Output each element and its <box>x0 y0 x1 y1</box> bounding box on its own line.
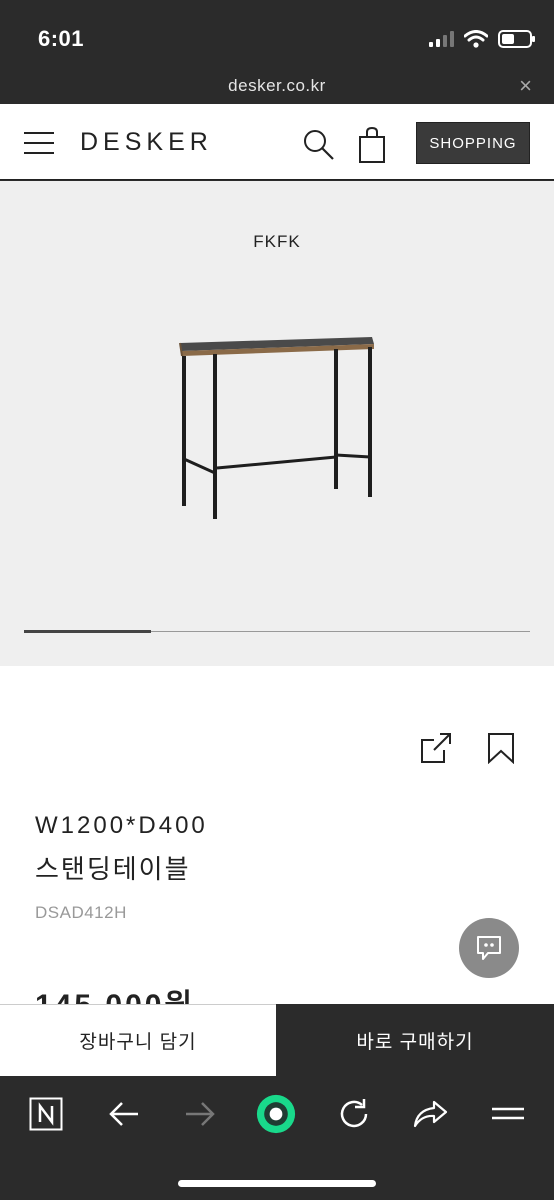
green-dot-icon[interactable] <box>256 1094 296 1134</box>
url-bar[interactable]: desker.co.kr × <box>0 72 554 104</box>
standing-table-image <box>179 337 374 519</box>
close-icon[interactable]: × <box>519 73 532 99</box>
reload-icon[interactable] <box>334 1094 374 1134</box>
url-text[interactable]: desker.co.kr <box>0 76 554 96</box>
search-icon[interactable] <box>302 128 336 162</box>
gallery-label: FKFK <box>253 232 301 251</box>
battery-icon <box>498 30 535 48</box>
menu-icon[interactable] <box>488 1094 528 1134</box>
chat-button[interactable] <box>459 918 519 978</box>
product-gallery[interactable]: FKFK <box>0 181 554 666</box>
share-arrow-icon[interactable] <box>410 1094 450 1134</box>
home-indicator[interactable] <box>178 1180 376 1187</box>
product-info: W1200*D400 스탠딩테이블 DSAD412H 145,000원 <box>0 666 554 1004</box>
status-time: 6:01 <box>38 26 85 51</box>
share-icon[interactable] <box>420 732 452 764</box>
shopping-button[interactable]: SHOPPING <box>416 122 530 164</box>
buy-now-button[interactable]: 바로 구매하기 <box>276 1004 554 1076</box>
product-code: DSAD412H <box>35 903 127 922</box>
wifi-icon <box>464 30 488 48</box>
forward-arrow-icon[interactable] <box>180 1094 220 1134</box>
site-header: DESKER SHOPPING <box>0 104 554 180</box>
add-to-cart-button[interactable]: 장바구니 담기 <box>0 1004 276 1076</box>
product-price: 145,000원 <box>35 980 195 1004</box>
bookmark-icon[interactable] <box>486 732 516 764</box>
cellular-signal-icon <box>429 31 454 47</box>
product-name: 스탠딩테이블 <box>35 854 191 884</box>
product-dimensions: W1200*D400 <box>35 812 208 839</box>
gallery-progress-indicator <box>24 630 151 633</box>
status-icons <box>429 30 535 48</box>
status-bar: 6:01 <box>0 0 554 72</box>
purchase-bar: 장바구니 담기 바로 구매하기 <box>0 1004 554 1076</box>
desker-logo[interactable]: DESKER <box>80 128 213 157</box>
chat-icon <box>477 936 501 960</box>
naver-n-icon[interactable] <box>26 1094 66 1134</box>
hamburger-menu-icon[interactable] <box>24 130 54 154</box>
shopping-bag-icon[interactable] <box>356 126 388 164</box>
back-arrow-icon[interactable] <box>104 1094 144 1134</box>
